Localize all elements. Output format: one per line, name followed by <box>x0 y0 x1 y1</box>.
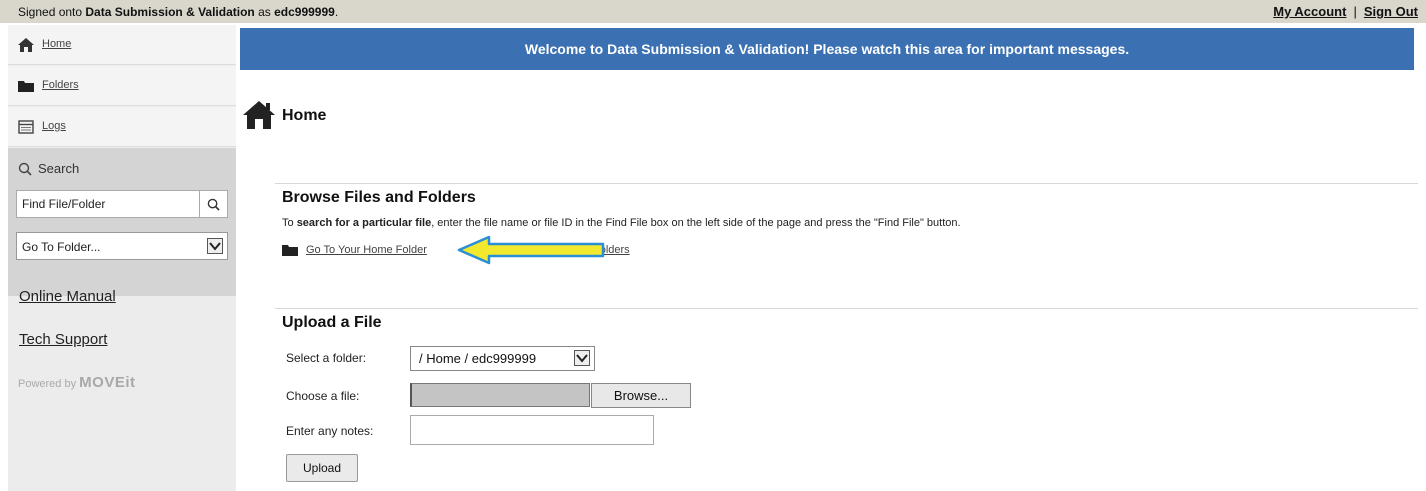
upload-section: Upload a File Select a folder: / Home / … <box>275 308 1418 491</box>
search-heading-label: Search <box>38 161 80 176</box>
signed-suffix: . <box>334 5 339 19</box>
link-separator: | <box>1353 4 1357 19</box>
page-title: Home <box>282 107 327 124</box>
folder-icon <box>18 81 34 92</box>
search-heading: Search <box>18 161 79 176</box>
sidebar: Home Folders Logs Search Go To Folder...… <box>8 25 236 491</box>
sidebar-item-label: Folders <box>42 79 79 91</box>
upload-button[interactable]: Upload <box>286 454 358 482</box>
choose-file-label: Choose a file: <box>286 389 360 403</box>
powered-prefix: Powered by <box>18 378 80 390</box>
home-folder-link[interactable]: Go To Your Home Folder <box>306 244 427 256</box>
home-icon <box>18 38 34 52</box>
search-icon <box>207 198 220 211</box>
desc-bold: search for a particular file <box>296 217 432 229</box>
go-to-folder-value: Go To Folder... <box>22 240 101 254</box>
app-name: Data Submission & Validation <box>85 5 255 19</box>
my-account-link[interactable]: My Account <box>1273 4 1346 19</box>
desc-prefix: To <box>282 217 297 229</box>
notes-label: Enter any notes: <box>286 424 374 438</box>
message-banner: Welcome to Data Submission & Validation!… <box>240 28 1414 70</box>
powered-brand-logo: MOVEit <box>79 374 136 391</box>
powered-by: Powered by MOVEit <box>18 374 136 391</box>
notes-input[interactable] <box>410 415 654 445</box>
log-icon <box>18 120 34 134</box>
sidebar-item-label: Home <box>42 38 72 50</box>
search-icon <box>18 162 32 176</box>
sidebar-item-home[interactable]: Home <box>8 25 236 65</box>
chevron-down-icon <box>574 350 590 366</box>
annotation-arrow <box>457 235 605 265</box>
search-panel: Search Go To Folder... <box>8 148 236 296</box>
chevron-down-icon <box>207 238 223 254</box>
find-file-box <box>16 190 228 218</box>
folder-icon <box>282 245 298 256</box>
signed-in-text: Signed onto Data Submission & Validation… <box>18 5 338 19</box>
top-bar: Signed onto Data Submission & Validation… <box>0 0 1426 23</box>
username: edc999999 <box>274 5 335 19</box>
sidebar-item-logs[interactable]: Logs <box>8 107 236 147</box>
sidebar-item-label: Logs <box>42 120 66 132</box>
select-folder-label: Select a folder: <box>286 351 367 365</box>
browse-heading: Browse Files and Folders <box>282 189 476 206</box>
banner-text: Welcome to Data Submission & Validation!… <box>524 41 1130 57</box>
browse-button[interactable]: Browse... <box>591 383 691 408</box>
home-icon <box>243 101 275 129</box>
signed-mid: as <box>254 5 275 19</box>
desc-suffix: , enter the file name or file ID in the … <box>431 217 961 229</box>
account-links: My Account | Sign Out <box>1273 4 1418 19</box>
find-file-button[interactable] <box>199 191 227 217</box>
find-file-input[interactable] <box>17 191 199 217</box>
file-path-field[interactable] <box>410 383 590 407</box>
signed-prefix: Signed onto <box>18 5 86 19</box>
online-manual-link[interactable]: Online Manual <box>19 288 116 305</box>
upload-heading: Upload a File <box>282 314 382 331</box>
tech-support-link[interactable]: Tech Support <box>19 331 107 348</box>
sidebar-item-folders[interactable]: Folders <box>8 66 236 106</box>
sign-out-link[interactable]: Sign Out <box>1364 4 1418 19</box>
folder-select-value: / Home / edc999999 <box>419 351 537 366</box>
folder-select[interactable]: / Home / edc999999 <box>410 346 595 371</box>
browse-description: To search for a particular file, enter t… <box>282 217 961 229</box>
go-to-folder-select[interactable]: Go To Folder... <box>16 232 228 260</box>
browse-section: Browse Files and Folders To search for a… <box>275 183 1418 283</box>
